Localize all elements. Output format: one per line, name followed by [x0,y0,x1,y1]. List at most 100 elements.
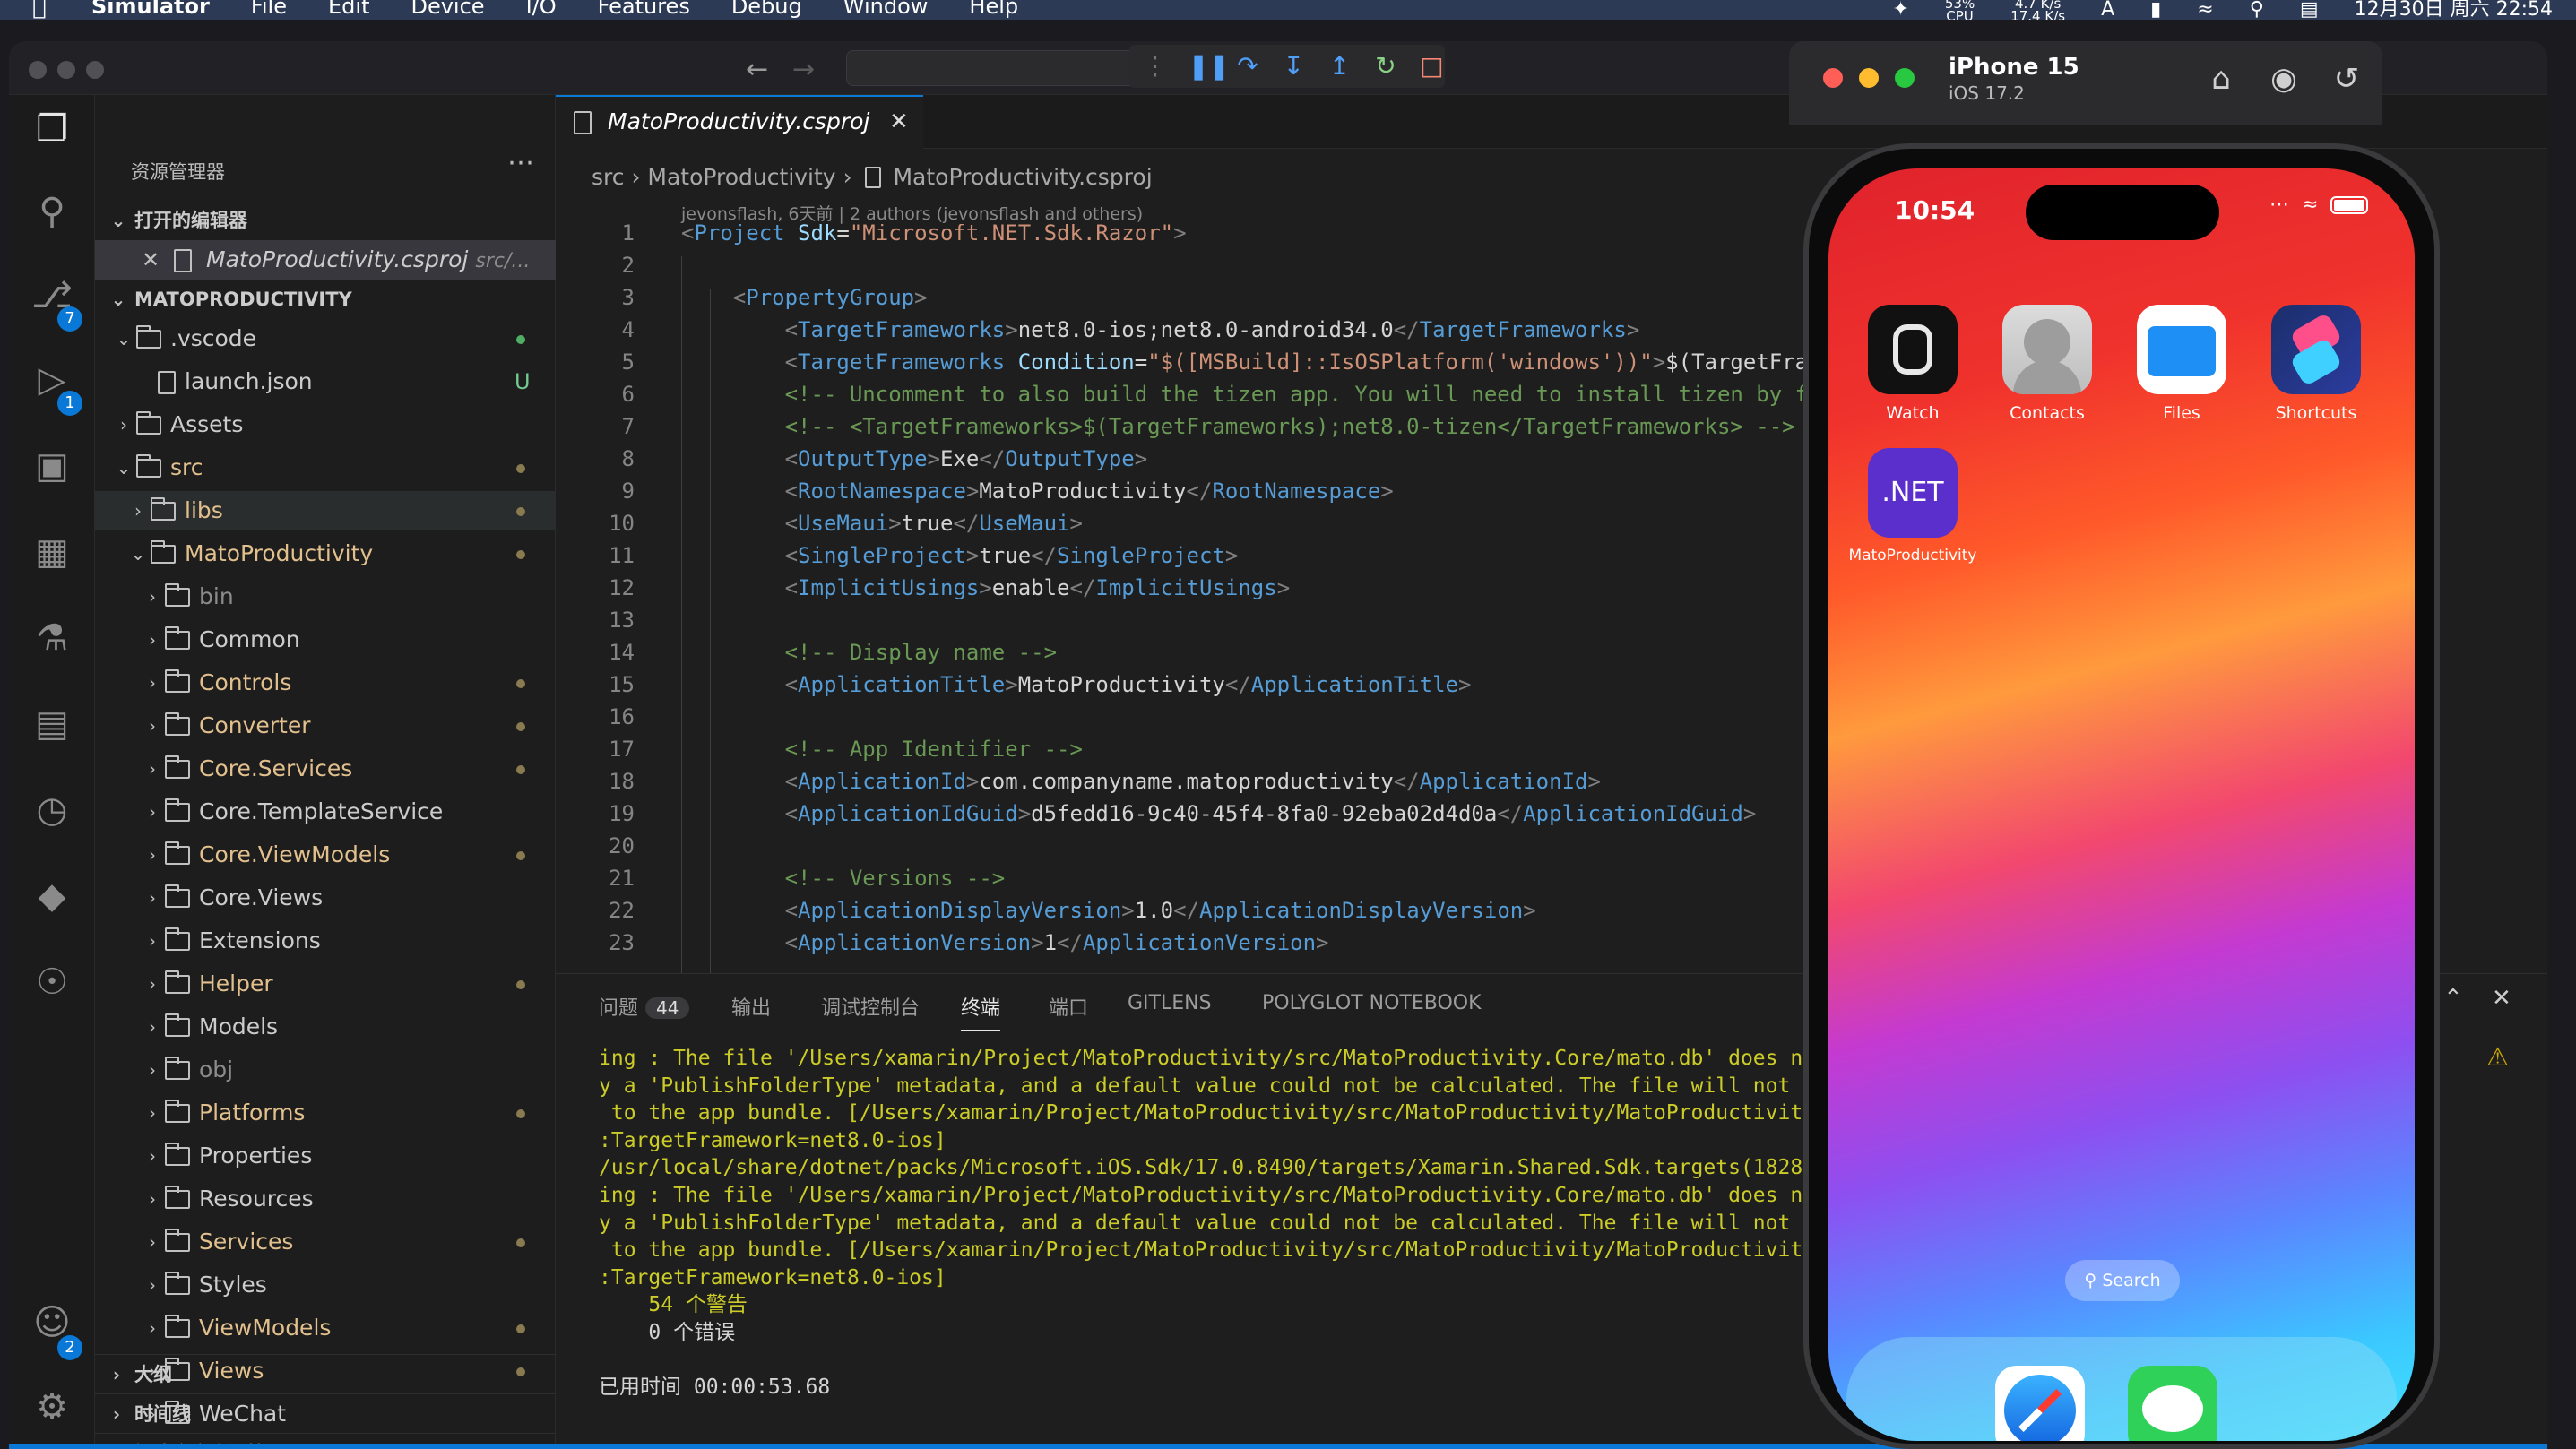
code-editor[interactable]: 1 <Project Sdk="Microsoft.NET.Sdk.Razor">… [556,224,1811,1045]
menu-file[interactable]: File [251,0,287,20]
testing-icon[interactable]: ⚗ [30,617,73,660]
sim-close-button[interactable] [1823,68,1843,88]
menu-features[interactable]: Features [598,0,690,20]
drag-handle-icon[interactable]: ⋮ [1142,53,1168,80]
breadcrumb-item[interactable]: MatoProductivity.csproj [893,164,1152,190]
menu-help[interactable]: Help [969,0,1018,20]
tab-polyglot-notebook[interactable]: POLYGLOT NOTEBOOK [1262,992,1482,1014]
tree-item[interactable]: › Core.ViewModels [95,835,556,875]
tab-csproj[interactable]: MatoProductivity.csproj ✕ [556,95,923,149]
comments-icon[interactable]: ▤ [30,703,73,746]
tree-item[interactable]: › obj [95,1050,556,1090]
tree-item[interactable]: › Platforms [95,1093,556,1133]
app-watch[interactable]: Watch [1868,305,1958,423]
screenshot-icon[interactable]: ◉ [2264,59,2304,99]
step-over-icon[interactable]: ↷ [1234,53,1260,80]
wifi-icon[interactable]: ≈ [2197,0,2213,20]
terminal-output[interactable]: ing : The file '/Users/xamarin/Project/M… [599,1046,1854,1395]
tree-item[interactable]: › libs [95,491,556,530]
close-editor-icon[interactable]: ✕ [142,240,160,280]
home-icon[interactable]: ⌂ [2201,59,2241,99]
maximize-panel-icon[interactable]: ⌃ [2443,985,2463,1012]
tree-item[interactable]: ⌄ .vscode [95,319,556,358]
close-panel-icon[interactable]: ✕ [2492,985,2511,1012]
warning-icon[interactable]: ⚠ [2486,1042,2509,1072]
sim-minimize-button[interactable] [1859,68,1879,88]
tab-gitlens[interactable]: GITLENS [1128,992,1212,1014]
project-section[interactable]: ⌄ MATOPRODUCTIVITY [95,280,556,319]
menu-io[interactable]: I/O [526,0,557,20]
menu-debug[interactable]: Debug [731,0,802,20]
home-search-pill[interactable]: ⚲ Search [2065,1260,2180,1301]
menu-device[interactable]: Device [411,0,484,20]
tab-output[interactable]: 输出 [731,992,771,1021]
tree-item[interactable]: launch.json U [95,362,556,401]
step-into-icon[interactable]: ↧ [1281,53,1307,80]
network-meter[interactable]: 4.7 K/s 17.4 K/s [2010,0,2065,20]
tree-item[interactable]: › bin [95,577,556,617]
menu-clock[interactable]: 12月30日 周六 22:54 [2355,0,2553,20]
tab-terminal[interactable]: 终端 [961,992,1001,1031]
tree-item[interactable]: › Core.TemplateService [95,792,556,832]
open-editors-section[interactable]: ⌄ 打开的编辑器 [95,201,556,240]
tree-item[interactable]: › Core.Services [95,749,556,789]
more-actions-icon[interactable]: ⋯ [507,147,534,178]
extensions-icon[interactable]: ▦ [30,530,73,574]
menu-window[interactable]: Window [843,0,929,20]
tree-item[interactable]: › ViewModels [95,1308,556,1348]
back-arrow-icon[interactable]: ← [746,54,768,85]
window-zoom-button[interactable] [86,61,104,79]
pause-icon[interactable]: ❚❚ [1188,53,1230,80]
app-shortcuts[interactable]: Shortcuts [2271,305,2361,423]
window-close-button[interactable] [29,61,47,79]
rotate-icon[interactable]: ↺ [2327,59,2366,99]
tree-item[interactable]: › Models [95,1007,556,1047]
settings-gear-icon[interactable]: ⚙ [30,1385,73,1428]
timeline-section[interactable]: › 时间线 [95,1394,556,1434]
tree-item[interactable]: › Helper [95,964,556,1004]
sim-zoom-button[interactable] [1895,68,1915,88]
forward-arrow-icon[interactable]: → [792,54,815,85]
git-blame-annotation[interactable]: jevonsflash, 6天前 | 2 authors (jevonsflas… [681,201,1143,225]
close-tab-icon[interactable]: ✕ [889,97,909,147]
menu-app-name[interactable]: Simulator [91,0,210,20]
input-method-icon[interactable]: A [2101,0,2114,20]
messages-icon[interactable] [2128,1366,2217,1441]
tree-item[interactable]: › Controls [95,663,556,703]
stop-icon[interactable]: □ [1419,53,1445,80]
menu-edit[interactable]: Edit [328,0,369,20]
tree-item[interactable]: › Extensions [95,921,556,961]
breadcrumb-item[interactable]: MatoProductivity [647,164,835,190]
breadcrumb-item[interactable]: src [592,164,625,190]
tree-item[interactable]: ⌄ src [95,448,556,487]
spotlight-icon[interactable]: ⚲ [2250,0,2264,20]
search-icon[interactable]: ⚲ [30,190,73,233]
tree-item[interactable]: ⌄ MatoProductivity [95,534,556,574]
tab-debug-console[interactable]: 调试控制台 [821,992,920,1021]
tree-item[interactable]: › Assets [95,405,556,444]
apple-menu-icon[interactable]:  [32,0,56,20]
feather-icon[interactable]: ✦ [1892,0,1908,20]
app-matoproductivity[interactable]: .NET MatoProductivity [1849,448,1976,565]
explorer-icon[interactable]: ❐ [30,108,73,151]
tree-item[interactable]: › Properties [95,1136,556,1176]
tree-item[interactable]: › Core.Views [95,878,556,918]
tree-item[interactable]: › Common [95,620,556,660]
app-contacts[interactable]: Contacts [2002,305,2092,423]
outline-section[interactable]: › 大纲 [95,1355,556,1394]
restart-icon[interactable]: ↻ [1372,53,1398,80]
open-editor-item[interactable]: ✕ MatoProductivity.csproj src/... [95,240,556,280]
iphone-screen[interactable]: 10:54 ⋯ ≈ Watch Contacts Files Shortcuts… [1828,168,2415,1441]
timeline-icon[interactable]: ◷ [30,789,73,832]
gitlens-icon[interactable]: ◆ [30,875,73,918]
control-center-icon[interactable]: ▤ [2300,0,2319,20]
tree-item[interactable]: › Converter [95,706,556,746]
app-files[interactable]: Files [2137,305,2226,423]
battery-status-icon[interactable]: ▮ [2150,0,2161,20]
window-minimize-button[interactable] [57,61,75,79]
tree-item[interactable]: › Resources [95,1179,556,1219]
cpu-meter[interactable]: 53% CPU [1945,0,1975,20]
tab-problems[interactable]: 问题 44 [599,992,690,1021]
tree-item[interactable]: › Styles [95,1265,556,1305]
safari-icon[interactable] [1995,1366,2085,1441]
